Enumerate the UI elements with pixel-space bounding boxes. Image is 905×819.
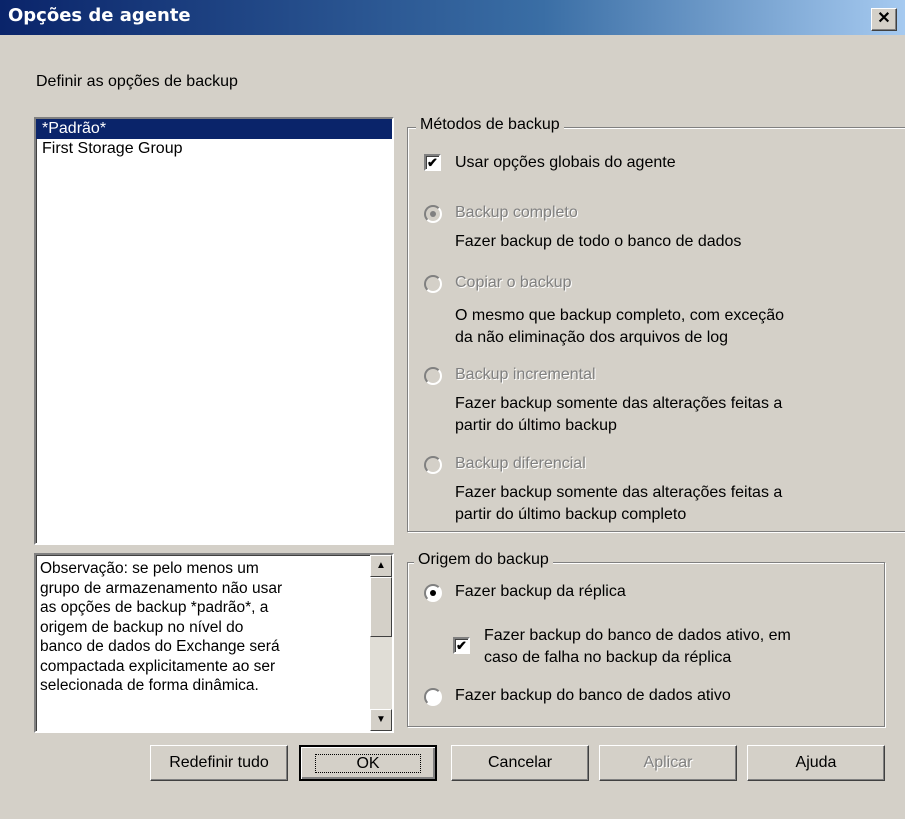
note-line: grupo de armazenamento não usar: [40, 579, 283, 597]
backup-options-label: Definir as opções de backup: [36, 73, 238, 90]
note-line: Observação: se pelo menos um: [40, 560, 259, 577]
differential-backup-label: Backup diferencial: [455, 455, 586, 472]
copy-backup-desc-1: O mesmo que backup completo, com exceção: [455, 307, 785, 324]
arrow-down-icon: ▼: [376, 714, 386, 725]
arrow-up-icon: ▲: [376, 560, 386, 571]
note-line: selecionada de forma dinâmica.: [40, 677, 259, 694]
scroll-up-button[interactable]: ▲: [370, 555, 392, 577]
use-global-options-checkbox[interactable]: ✔: [424, 154, 441, 171]
backup-replica-label[interactable]: Fazer backup da réplica: [455, 583, 626, 601]
incremental-backup-desc-1: Fazer backup somente das alterações feit…: [455, 395, 783, 412]
note-scrollbar[interactable]: ▲ ▼: [370, 555, 392, 731]
incremental-backup-desc-2: partir do último backup: [455, 417, 617, 434]
radio-copy-backup[interactable]: [424, 275, 442, 293]
backup-active-label[interactable]: Fazer backup do banco de dados ativo: [455, 687, 731, 705]
copy-backup-label: Copiar o backup: [455, 274, 572, 291]
note-line: banco de dados do Exchange será: [40, 638, 280, 655]
scroll-down-button[interactable]: ▼: [370, 709, 392, 731]
note-line: origem de backup no nível do: [40, 618, 244, 636]
ok-button[interactable]: OK: [299, 745, 437, 781]
differential-backup-desc-2: partir do último backup completo: [455, 506, 687, 523]
radio-backup-active[interactable]: [424, 688, 442, 706]
differential-backup-desc-1: Fazer backup somente das alterações feit…: [455, 484, 783, 501]
note-line: as opções de backup *padrão*, a: [40, 599, 269, 616]
full-backup-label: Backup completo: [455, 204, 578, 221]
radio-full-backup[interactable]: [424, 205, 442, 223]
radio-incremental-backup[interactable]: [424, 367, 442, 385]
storage-group-list[interactable]: *Padrão* First Storage Group: [34, 117, 394, 545]
reset-all-button[interactable]: Redefinir tudo: [150, 745, 288, 781]
cancel-button[interactable]: Cancelar: [451, 745, 589, 781]
copy-backup-desc-2: da não eliminação dos arquivos de log: [455, 329, 729, 346]
backup-origin-legend: Origem do backup: [414, 551, 553, 569]
note-line: compactada explicitamente ao ser: [40, 657, 276, 675]
ok-label: OK: [315, 754, 421, 773]
incremental-backup-label: Backup incremental: [455, 366, 596, 383]
backup-methods-legend: Métodos de backup: [416, 116, 564, 134]
fallback-active-label-2[interactable]: caso de falha no backup da réplica: [484, 648, 731, 668]
fallback-active-label-1[interactable]: Fazer backup do banco de dados ativo, em: [484, 626, 791, 646]
fallback-active-checkbox[interactable]: ✔: [453, 637, 470, 654]
note-box: Observação: se pelo menos um grupo de ar…: [34, 553, 394, 733]
list-item[interactable]: *Padrão*: [36, 119, 392, 139]
full-backup-desc: Fazer backup de todo o banco de dados: [455, 233, 742, 250]
help-button[interactable]: Ajuda: [747, 745, 885, 781]
radio-backup-replica[interactable]: [424, 584, 442, 602]
apply-button[interactable]: Aplicar: [599, 745, 737, 781]
close-button[interactable]: ✕: [871, 8, 897, 31]
list-item[interactable]: First Storage Group: [36, 139, 392, 159]
use-global-options-label[interactable]: Usar opções globais do agente: [455, 154, 676, 172]
close-icon: ✕: [877, 10, 891, 27]
window-title: Opções de agente: [8, 5, 191, 26]
radio-differential-backup[interactable]: [424, 456, 442, 474]
scroll-thumb[interactable]: [370, 577, 392, 637]
